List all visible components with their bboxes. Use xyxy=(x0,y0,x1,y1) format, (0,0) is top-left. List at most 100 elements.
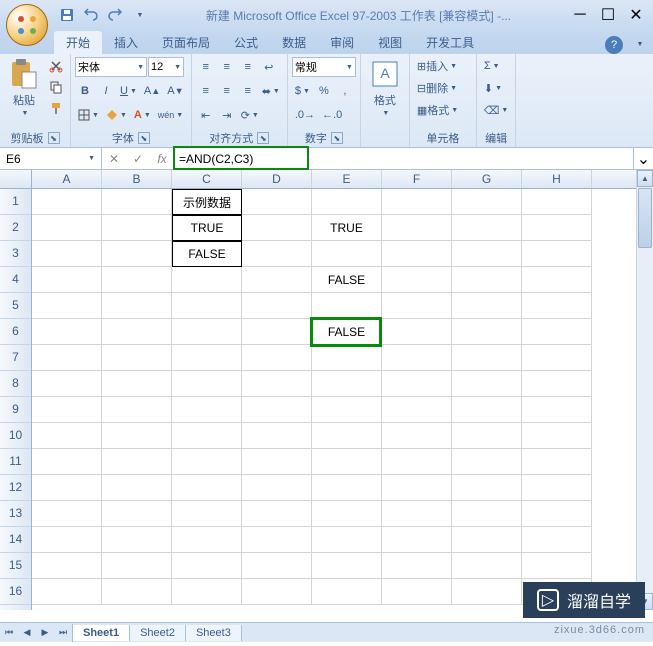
cell-D13[interactable] xyxy=(242,501,312,527)
cell-A13[interactable] xyxy=(32,501,102,527)
autosum-button[interactable]: Σ▼ xyxy=(481,56,503,76)
bold-button[interactable]: B xyxy=(75,81,95,101)
cell-H13[interactable] xyxy=(522,501,592,527)
cell-G2[interactable] xyxy=(452,215,522,241)
cell-G1[interactable] xyxy=(452,189,522,215)
cell-C5[interactable] xyxy=(172,293,242,319)
cell-G3[interactable] xyxy=(452,241,522,267)
increase-decimal-button[interactable]: .0→ xyxy=(292,105,318,125)
cell-D5[interactable] xyxy=(242,293,312,319)
cell-G10[interactable] xyxy=(452,423,522,449)
col-header-a[interactable]: A xyxy=(32,170,102,188)
cell-A2[interactable] xyxy=(32,215,102,241)
sheet-nav-first[interactable]: ⏮ xyxy=(0,624,18,642)
cell-B1[interactable] xyxy=(102,189,172,215)
cell-D16[interactable] xyxy=(242,579,312,605)
cell-C2[interactable]: TRUE xyxy=(172,215,242,241)
vertical-scrollbar[interactable]: ▲ ▼ xyxy=(636,170,653,610)
underline-button[interactable]: U▼ xyxy=(117,81,140,101)
font-name-combo[interactable]: 宋体▼ xyxy=(75,57,147,77)
clipboard-launcher[interactable]: ⬊ xyxy=(48,132,60,144)
cell-A8[interactable] xyxy=(32,371,102,397)
cell-C3[interactable]: FALSE xyxy=(172,241,242,267)
cell-D14[interactable] xyxy=(242,527,312,553)
sheet-nav-last[interactable]: ⏭ xyxy=(54,624,72,642)
col-header-c[interactable]: C xyxy=(172,170,242,188)
row-header[interactable]: 13 xyxy=(0,501,31,527)
decrease-decimal-button[interactable]: ←.0 xyxy=(319,105,345,125)
cell-B8[interactable] xyxy=(102,371,172,397)
sheet-tab[interactable]: Sheet3 xyxy=(186,625,242,641)
cell-D3[interactable] xyxy=(242,241,312,267)
redo-icon[interactable] xyxy=(104,4,126,26)
copy-button[interactable] xyxy=(46,77,66,97)
cell-C1[interactable]: 示例数据 xyxy=(172,189,242,215)
percent-button[interactable]: % xyxy=(314,81,334,101)
cell-E12[interactable] xyxy=(312,475,382,501)
cell-H4[interactable] xyxy=(522,267,592,293)
cell-D4[interactable] xyxy=(242,267,312,293)
cell-E4[interactable]: FALSE xyxy=(312,267,382,293)
alignment-launcher[interactable]: ⬊ xyxy=(257,132,269,144)
cells-area[interactable]: 示例数据TRUETRUEFALSEFALSEFALSE xyxy=(32,189,653,610)
cell-A10[interactable] xyxy=(32,423,102,449)
sheet-tab[interactable]: Sheet2 xyxy=(130,625,186,641)
cell-A14[interactable] xyxy=(32,527,102,553)
cell-B9[interactable] xyxy=(102,397,172,423)
row-header[interactable]: 11 xyxy=(0,449,31,475)
row-header[interactable]: 12 xyxy=(0,475,31,501)
tab-insert[interactable]: 插入 xyxy=(102,31,150,54)
wrap-text-button[interactable]: ↩ xyxy=(259,57,279,77)
tab-view[interactable]: 视图 xyxy=(366,31,414,54)
cell-H6[interactable] xyxy=(522,319,592,345)
cell-C7[interactable] xyxy=(172,345,242,371)
cell-E9[interactable] xyxy=(312,397,382,423)
col-header-f[interactable]: F xyxy=(382,170,452,188)
scroll-up-button[interactable]: ▲ xyxy=(637,170,653,187)
fill-button[interactable]: ⬇▼ xyxy=(481,78,505,98)
row-header[interactable]: 5 xyxy=(0,293,31,319)
cancel-formula-button[interactable]: ✕ xyxy=(102,152,126,166)
cell-E7[interactable] xyxy=(312,345,382,371)
cell-G7[interactable] xyxy=(452,345,522,371)
cell-A4[interactable] xyxy=(32,267,102,293)
row-header[interactable]: 8 xyxy=(0,371,31,397)
cell-F15[interactable] xyxy=(382,553,452,579)
tab-developer[interactable]: 开发工具 xyxy=(414,31,486,54)
font-launcher[interactable]: ⬊ xyxy=(138,132,150,144)
fx-button[interactable]: fx xyxy=(150,152,174,166)
cell-C12[interactable] xyxy=(172,475,242,501)
cell-B14[interactable] xyxy=(102,527,172,553)
undo-icon[interactable] xyxy=(80,4,102,26)
cell-F3[interactable] xyxy=(382,241,452,267)
cell-G9[interactable] xyxy=(452,397,522,423)
cell-B3[interactable] xyxy=(102,241,172,267)
number-launcher[interactable]: ⬊ xyxy=(331,132,343,144)
cell-F2[interactable] xyxy=(382,215,452,241)
comma-button[interactable]: , xyxy=(335,81,355,101)
col-header-d[interactable]: D xyxy=(242,170,312,188)
row-header[interactable]: 15 xyxy=(0,553,31,579)
sheet-tab[interactable]: Sheet1 xyxy=(73,625,130,641)
cell-G5[interactable] xyxy=(452,293,522,319)
cell-G13[interactable] xyxy=(452,501,522,527)
grow-font-button[interactable]: A▲ xyxy=(141,81,163,101)
cell-C6[interactable] xyxy=(172,319,242,345)
cell-E16[interactable] xyxy=(312,579,382,605)
maximize-button[interactable]: ☐ xyxy=(595,6,621,24)
number-format-combo[interactable]: 常规▼ xyxy=(292,57,356,77)
cell-E11[interactable] xyxy=(312,449,382,475)
cell-H3[interactable] xyxy=(522,241,592,267)
cell-B5[interactable] xyxy=(102,293,172,319)
sheet-nav-prev[interactable]: ◀ xyxy=(18,624,36,642)
row-header[interactable]: 4 xyxy=(0,267,31,293)
cell-H8[interactable] xyxy=(522,371,592,397)
cell-G16[interactable] xyxy=(452,579,522,605)
cell-F6[interactable] xyxy=(382,319,452,345)
format-cells-button[interactable]: ▦ 格式▼ xyxy=(414,100,472,120)
cell-A1[interactable] xyxy=(32,189,102,215)
fill-color-button[interactable]: ▼ xyxy=(103,105,130,125)
cell-B2[interactable] xyxy=(102,215,172,241)
sheet-nav-next[interactable]: ▶ xyxy=(36,624,54,642)
cell-F1[interactable] xyxy=(382,189,452,215)
